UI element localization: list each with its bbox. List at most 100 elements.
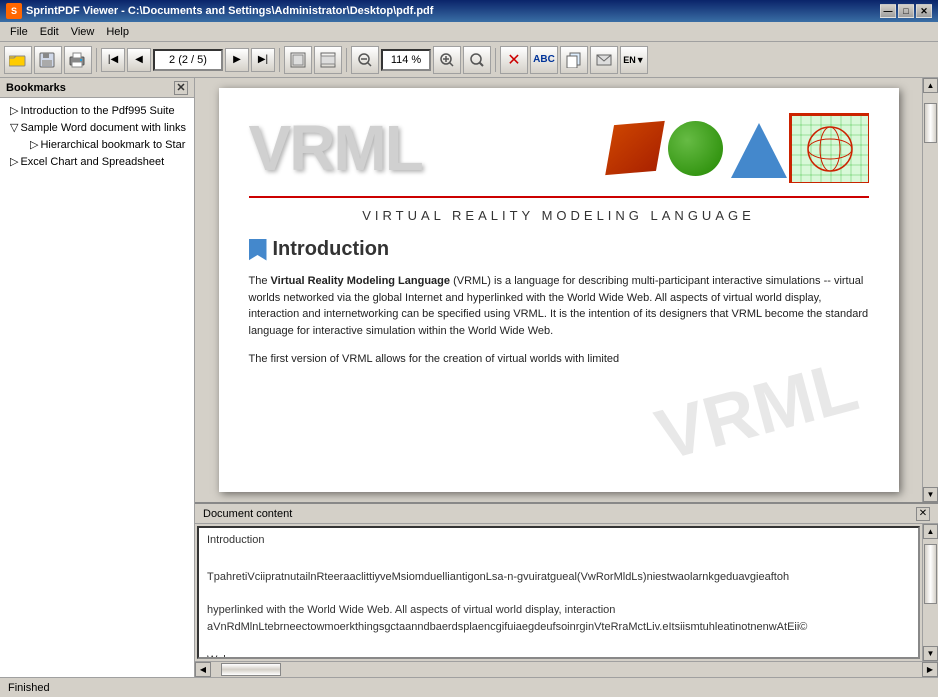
- bookmark-label-0: Introduction to the Pdf995 Suite: [20, 105, 174, 117]
- menu-file[interactable]: File: [4, 24, 34, 40]
- menu-bar: File Edit View Help: [0, 22, 938, 42]
- first-page-button[interactable]: |◀: [101, 48, 125, 72]
- cube-shape: [605, 121, 665, 175]
- title-bar-content: S SprintPDF Viewer - C:\Documents and Se…: [6, 3, 433, 19]
- main-area: Bookmarks ✕ ▷ Introduction to the Pdf995…: [0, 78, 938, 677]
- bookmark-item-2[interactable]: ▷ Hierarchical bookmark to Star: [2, 136, 192, 153]
- doc-line-2: TpahretiVciipratnutailnRteeraaclittiyveM…: [207, 569, 910, 586]
- doc-h-scrollbar[interactable]: ◀ ▶: [195, 661, 938, 677]
- doc-scroll-track[interactable]: [923, 539, 938, 646]
- doc-content-title: Document content: [203, 508, 292, 520]
- bookmark-label-3: Excel Chart and Spreadsheet: [20, 156, 164, 168]
- doc-scroll-thumb[interactable]: [924, 544, 937, 604]
- vrml-header: VRML: [249, 108, 869, 198]
- doc-content-text: Introduction TpahretiVciipratnutailnRtee…: [197, 526, 920, 659]
- vrml-logo-text: VRML: [249, 116, 422, 180]
- bookmark-item-1[interactable]: ▽ Sample Word document with links: [2, 119, 192, 136]
- bookmark-icon: [249, 239, 267, 261]
- h-scroll-thumb[interactable]: [221, 663, 281, 676]
- window-controls[interactable]: — □ ✕: [880, 4, 932, 18]
- doc-line-1: [207, 553, 910, 570]
- scroll-track[interactable]: [923, 93, 938, 487]
- bookmark-expand-2: ▷: [30, 138, 38, 151]
- toolbar-separator-3: [346, 48, 347, 72]
- bookmark-label-2: Hierarchical bookmark to Star: [40, 139, 185, 151]
- language-button[interactable]: EN▼: [620, 46, 648, 74]
- scroll-thumb[interactable]: [924, 103, 937, 143]
- save-button[interactable]: [34, 46, 62, 74]
- pdf-scroll-area[interactable]: VRML: [195, 78, 922, 502]
- open-button[interactable]: [4, 46, 32, 74]
- bookmark-label-1: Sample Word document with links: [20, 122, 185, 134]
- bookmark-expand-0: ▷: [10, 104, 18, 117]
- close-window-button[interactable]: ✕: [916, 4, 932, 18]
- doc-line-7: Web.: [207, 652, 910, 660]
- status-bar: Finished: [0, 677, 938, 697]
- pdf-page: VRML: [219, 88, 899, 492]
- doc-line-5: aVnRdMlnLtebrneectowmoerkthingsgctaanndb…: [207, 619, 910, 636]
- doc-line-0: Introduction: [207, 532, 910, 549]
- zoom-in-button[interactable]: [433, 46, 461, 74]
- minimize-button[interactable]: —: [880, 4, 896, 18]
- toolbar-separator-1: [96, 48, 97, 72]
- email-button[interactable]: [590, 46, 618, 74]
- window-title: SprintPDF Viewer - C:\Documents and Sett…: [26, 5, 433, 17]
- next-page-button[interactable]: ▶: [225, 48, 249, 72]
- vrml-shapes: [422, 108, 869, 188]
- bookmark-expand-3: ▷: [10, 155, 18, 168]
- doc-scroll-up[interactable]: ▲: [923, 524, 938, 539]
- h-scroll-right[interactable]: ▶: [922, 662, 938, 677]
- section-title: Introduction: [249, 238, 869, 261]
- fit-page-button[interactable]: [284, 46, 312, 74]
- pyramid-shape: [731, 118, 781, 178]
- doc-content-area: Introduction TpahretiVciipratnutailnRtee…: [195, 524, 938, 661]
- prev-page-button[interactable]: ◀: [127, 48, 151, 72]
- doc-content-close-button[interactable]: ✕: [916, 507, 930, 521]
- menu-edit[interactable]: Edit: [34, 24, 65, 40]
- bookmarks-header: Bookmarks ✕: [0, 78, 194, 98]
- menu-view[interactable]: View: [65, 24, 101, 40]
- bookmarks-close-button[interactable]: ✕: [174, 81, 188, 95]
- pdf-paragraph-1: The Virtual Reality Modeling Language (V…: [249, 273, 869, 339]
- bookmarks-list: ▷ Introduction to the Pdf995 Suite ▽ Sam…: [0, 98, 194, 677]
- bookmark-item-0[interactable]: ▷ Introduction to the Pdf995 Suite: [2, 102, 192, 119]
- h-scroll-track[interactable]: [211, 662, 922, 677]
- bookmark-expand-1: ▽: [10, 121, 18, 134]
- vrml-subtitle: VIRTUAL REALITY MODELING LANGUAGE: [249, 208, 869, 223]
- page-input[interactable]: [153, 49, 223, 71]
- scroll-down-button[interactable]: ▼: [923, 487, 938, 502]
- text-select-button[interactable]: ABC: [530, 46, 558, 74]
- doc-scroll-down[interactable]: ▼: [923, 646, 938, 661]
- print-button[interactable]: [64, 46, 92, 74]
- toolbar: |◀ ◀ ▶ ▶| ✕ ABC EN▼: [0, 42, 938, 78]
- vertical-scrollbar[interactable]: ▲ ▼: [922, 78, 938, 502]
- bookmark-item-3[interactable]: ▷ Excel Chart and Spreadsheet: [2, 153, 192, 170]
- zoom-input[interactable]: [381, 49, 431, 71]
- doc-content-panel: Document content ✕ Introduction Tpahreti…: [195, 502, 938, 677]
- doc-content-v-scrollbar[interactable]: ▲ ▼: [922, 524, 938, 661]
- toolbar-separator-2: [279, 48, 280, 72]
- h-scroll-left[interactable]: ◀: [195, 662, 211, 677]
- menu-help[interactable]: Help: [100, 24, 135, 40]
- maximize-button[interactable]: □: [898, 4, 914, 18]
- scroll-up-button[interactable]: ▲: [923, 78, 938, 93]
- grid-shape: [789, 113, 869, 183]
- sphere-shape: [668, 121, 723, 176]
- pdf-view-area: VRML: [195, 78, 938, 502]
- zoom-out-button[interactable]: [351, 46, 379, 74]
- title-bar: S SprintPDF Viewer - C:\Documents and Se…: [0, 0, 938, 22]
- viewer-area: VRML: [195, 78, 938, 677]
- status-text: Finished: [8, 682, 50, 694]
- doc-line-4: hyperlinked with the World Wide Web. All…: [207, 602, 910, 619]
- last-page-button[interactable]: ▶|: [251, 48, 275, 72]
- bookmarks-title: Bookmarks: [6, 82, 66, 94]
- doc-line-6: [207, 635, 910, 652]
- toolbar-separator-4: [495, 48, 496, 72]
- section-title-text: Introduction: [273, 238, 390, 261]
- app-icon: S: [6, 3, 22, 19]
- doc-content-header: Document content ✕: [195, 504, 938, 524]
- fit-width-button[interactable]: [314, 46, 342, 74]
- search-button[interactable]: [463, 46, 491, 74]
- copy-button[interactable]: [560, 46, 588, 74]
- stop-button[interactable]: ✕: [500, 46, 528, 74]
